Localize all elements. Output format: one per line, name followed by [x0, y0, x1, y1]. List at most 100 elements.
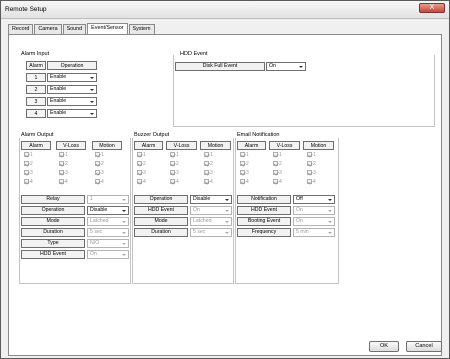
chevron-down-icon — [225, 232, 229, 234]
alarm-output-motion-3-checkbox[interactable]: 3 — [95, 170, 104, 177]
chevron-down-icon — [328, 232, 332, 234]
alarm-type-select[interactable]: N/O — [87, 239, 129, 248]
notification-label: Notification — [237, 195, 291, 204]
email-motion-3-checkbox[interactable]: 3 — [307, 170, 316, 177]
buzzer-operation-select[interactable]: Disable — [190, 195, 232, 204]
chevron-down-icon — [90, 113, 94, 115]
alarm-operation-label: Operation — [21, 206, 85, 215]
chevron-down-icon — [122, 221, 126, 223]
alarm-input-num: 1 — [26, 73, 46, 82]
tab-camera[interactable]: Camera — [34, 24, 62, 34]
email-alarm-2-checkbox[interactable]: 2 — [240, 161, 249, 168]
email-vloss-3-checkbox[interactable]: 3 — [273, 170, 282, 177]
alarm-input-header-operation: Operation — [47, 61, 97, 70]
email-motion-2-checkbox[interactable]: 2 — [307, 161, 316, 168]
booting-event-label: Booting Event — [237, 217, 291, 226]
alarm-input-num: 2 — [26, 85, 46, 94]
buzzer-alarm-1-checkbox[interactable]: 1 — [137, 152, 146, 159]
buzzer-mode-select[interactable]: Latched — [190, 217, 232, 226]
email-header-motion: Motion — [303, 141, 334, 150]
alarm-output-motion-4-checkbox[interactable]: 4 — [95, 179, 104, 186]
alarm-output-header-motion: Motion — [92, 141, 122, 150]
buzzer-duration-select[interactable]: 5 sec — [190, 228, 232, 237]
alarm-hdd-event-label: HDD Event — [21, 250, 85, 259]
alarm-input-header-alarm: Alarm — [26, 61, 46, 70]
alarm-input-2-select[interactable]: Enable — [47, 85, 97, 94]
email-vloss-2-checkbox[interactable]: 2 — [273, 161, 282, 168]
email-motion-1-checkbox[interactable]: 1 — [307, 152, 316, 159]
tab-sound[interactable]: Sound — [62, 24, 87, 34]
alarm-duration-select[interactable]: 5 sec — [87, 228, 129, 237]
alarm-output-vloss-1-checkbox[interactable]: 1 — [59, 152, 68, 159]
buzzer-alarm-3-checkbox[interactable]: 3 — [137, 170, 146, 177]
buzzer-vloss-1-checkbox[interactable]: 1 — [170, 152, 179, 159]
alarm-output-vloss-3-checkbox[interactable]: 3 — [59, 170, 68, 177]
email-motion-4-checkbox[interactable]: 4 — [307, 179, 316, 186]
chevron-down-icon — [90, 77, 94, 79]
alarm-operation-select[interactable]: Disable — [87, 206, 129, 215]
close-button[interactable]: X — [419, 3, 445, 13]
buzzer-output-header-vloss: V-Loss — [166, 141, 197, 150]
ok-button[interactable]: OK — [369, 341, 399, 352]
chevron-down-icon — [225, 199, 229, 201]
tab-system[interactable]: System — [128, 24, 155, 34]
booting-event-select[interactable]: On — [293, 217, 335, 226]
email-alarm-3-checkbox[interactable]: 3 — [240, 170, 249, 177]
alarm-hdd-event-select[interactable]: On — [87, 250, 129, 259]
alarm-input-1-select[interactable]: Enable — [47, 73, 97, 82]
tab-event-sensor[interactable]: Event/Sensor — [87, 23, 128, 34]
alarm-output-alarm-2-checkbox[interactable]: 2 — [24, 161, 33, 168]
event-sensor-panel: Alarm Input Alarm Operation 1 Enable 2 E… — [8, 34, 442, 356]
buzzer-motion-1-checkbox[interactable]: 1 — [204, 152, 213, 159]
alarm-output-alarm-4-checkbox[interactable]: 4 — [24, 179, 33, 186]
email-vloss-1-checkbox[interactable]: 1 — [273, 152, 282, 159]
email-vloss-4-checkbox[interactable]: 4 — [273, 179, 282, 186]
alarm-input-4-value: Enable — [50, 110, 67, 116]
alarm-output-vloss-2-checkbox[interactable]: 2 — [59, 161, 68, 168]
tab-bar: Record Camera Sound Event/Sensor System — [8, 23, 155, 34]
chevron-down-icon — [225, 221, 229, 223]
alarm-input-2-value: Enable — [50, 86, 67, 92]
buzzer-vloss-2-checkbox[interactable]: 2 — [170, 161, 179, 168]
email-hdd-event-select[interactable]: On — [293, 206, 335, 215]
remote-setup-window: Remote Setup X Record Camera Sound Event… — [0, 0, 450, 359]
notification-select[interactable]: Off — [293, 195, 335, 204]
tab-record[interactable]: Record — [8, 24, 34, 34]
alarm-input-num: 4 — [26, 109, 46, 118]
alarm-output-motion-1-checkbox[interactable]: 1 — [95, 152, 104, 159]
alarm-mode-select[interactable]: Latched — [87, 217, 129, 226]
alarm-output-motion-2-checkbox[interactable]: 2 — [95, 161, 104, 168]
disk-full-event-value: On — [269, 63, 276, 69]
alarm-output-header-vloss: V-Loss — [56, 141, 86, 150]
alarm-input-3-select[interactable]: Enable — [47, 97, 97, 106]
alarm-duration-label: Duration — [21, 228, 85, 237]
alarm-output-alarm-3-checkbox[interactable]: 3 — [24, 170, 33, 177]
buzzer-hdd-event-select[interactable]: On — [190, 206, 232, 215]
buzzer-motion-4-checkbox[interactable]: 4 — [204, 179, 213, 186]
email-alarm-4-checkbox[interactable]: 4 — [240, 179, 249, 186]
buzzer-vloss-3-checkbox[interactable]: 3 — [170, 170, 179, 177]
chevron-down-icon — [122, 232, 126, 234]
email-alarm-1-checkbox[interactable]: 1 — [240, 152, 249, 159]
relay-select[interactable]: 1 — [87, 195, 129, 204]
alarm-output-alarm-1-checkbox[interactable]: 1 — [24, 152, 33, 159]
cancel-button[interactable]: Cancel — [406, 341, 442, 352]
relay-label: Relay — [21, 195, 85, 204]
buzzer-alarm-4-checkbox[interactable]: 4 — [137, 179, 146, 186]
buzzer-motion-3-checkbox[interactable]: 3 — [204, 170, 213, 177]
frequency-select[interactable]: 5 min — [293, 228, 335, 237]
window-title: Remote Setup — [5, 6, 47, 13]
chevron-down-icon — [122, 254, 126, 256]
disk-full-event-select[interactable]: On — [266, 62, 306, 71]
buzzer-vloss-4-checkbox[interactable]: 4 — [170, 179, 179, 186]
alarm-type-label: Type — [21, 239, 85, 248]
alarm-input-4-select[interactable]: Enable — [47, 109, 97, 118]
buzzer-alarm-2-checkbox[interactable]: 2 — [137, 161, 146, 168]
alarm-output-vloss-4-checkbox[interactable]: 4 — [59, 179, 68, 186]
buzzer-output-header-motion: Motion — [200, 141, 231, 150]
frequency-label: Frequency — [237, 228, 291, 237]
chevron-down-icon — [328, 199, 332, 201]
chevron-down-icon — [90, 101, 94, 103]
title-bar[interactable]: Remote Setup X — [1, 1, 449, 19]
buzzer-motion-2-checkbox[interactable]: 2 — [204, 161, 213, 168]
